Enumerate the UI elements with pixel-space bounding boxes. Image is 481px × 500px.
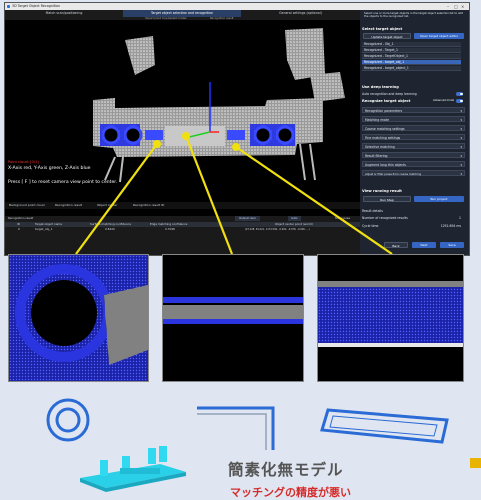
recognized-item[interactable]: Recognized - Target_1 xyxy=(362,48,461,53)
dropdown-result-filtering[interactable]: Result filtering ▾ xyxy=(362,152,465,158)
zoom-thumbnail-hole xyxy=(8,254,149,382)
table-row[interactable]: 0 target_obj_1 0.8420 0.7098 (97.228, 81… xyxy=(5,227,360,232)
dropdown-augment-thin[interactable]: Augment long thin objects ▾ xyxy=(362,161,465,167)
chevron-down-icon: ▾ xyxy=(460,136,462,140)
run-step-button[interactable]: Run Step xyxy=(363,196,411,202)
cycle-time-value: 1292.894 ms xyxy=(440,224,461,228)
cell-edge: 0.7098 xyxy=(165,227,175,231)
recognition-result-table: Recognition result Output rank Auto Show… xyxy=(5,216,360,255)
window-title: 3D Target Object Recognition xyxy=(12,4,61,8)
title-bar: 3D Target Object Recognition – □ × xyxy=(5,3,469,10)
next-button[interactable]: Next xyxy=(412,242,436,248)
view-result-header: View running result xyxy=(362,189,402,193)
camera-hint: Press [ F ] to reset camera view point t… xyxy=(8,180,118,185)
minimize-icon[interactable]: – xyxy=(447,3,449,10)
recognize-header: Recognize target object Advanced mode xyxy=(362,98,465,104)
recognized-item[interactable]: Recognized - Obj_1 xyxy=(362,42,461,47)
app-logo-icon xyxy=(7,5,10,8)
caption-title: 簡素化無モデル xyxy=(228,461,344,479)
recognized-item[interactable]: Recognized - target_object_1 xyxy=(362,66,461,71)
dropdown-label: Fine matching settings xyxy=(365,136,401,140)
open-editor-button[interactable]: Open target object editor xyxy=(414,33,464,39)
chevron-down-icon: ▾ xyxy=(460,172,462,176)
maximize-icon[interactable]: □ xyxy=(454,3,458,10)
ring-outer-shape xyxy=(46,398,90,442)
point-cloud-viewport[interactable]: Point cloud: [0/1] X-Axis red, Y-Axis gr… xyxy=(5,20,360,202)
table-title: Recognition result xyxy=(8,216,34,220)
recognized-count-value: 1 xyxy=(459,216,461,220)
back-button[interactable]: Back xyxy=(384,242,408,248)
recognized-item[interactable]: Recognized - TargetObject_1 xyxy=(362,54,461,59)
step-bar: Match scan/positioning Target object sel… xyxy=(5,10,360,20)
dropdown-adjust-poses[interactable]: Adjust or filter poses from coarse match… xyxy=(362,170,465,176)
recognize-header-label: Recognize target object xyxy=(362,99,411,103)
settings-panel: Select one or more target objects in the… xyxy=(360,10,469,255)
toggle-result-id[interactable]: Recognition result ID xyxy=(133,203,164,207)
app-window: 3D Target Object Recognition – □ × Match… xyxy=(4,2,470,256)
toggle-recognition-result[interactable]: Recognition result xyxy=(55,203,82,207)
toggle-background-cloud[interactable]: Background point cloud xyxy=(9,203,45,207)
save-button[interactable]: Save xyxy=(440,242,464,248)
deep-learning-label: Auto recognition and deep learning xyxy=(362,92,417,96)
caption-subtitle: マッチングの精度が悪い xyxy=(230,486,351,499)
cell-name: target_obj_1 xyxy=(35,227,53,231)
chevron-down-icon: ▾ xyxy=(460,127,462,131)
edge-shadow-shape xyxy=(197,413,267,450)
dropdown-fine-matching[interactable]: Fine matching settings ▾ xyxy=(362,134,465,140)
orange-marker xyxy=(470,458,481,468)
rank-dropdown[interactable]: Output rank xyxy=(235,216,260,221)
result-details-label: Result details xyxy=(362,209,383,213)
chevron-down-icon: ▾ xyxy=(460,109,462,113)
advanced-mode-toggle[interactable] xyxy=(456,99,463,103)
cell-center: (97.228, 81.021, 1174.590, -0.092, -0.07… xyxy=(245,228,310,231)
panel-notice: Select one or more target objects in the… xyxy=(364,11,464,19)
cell-surface: 0.8420 xyxy=(105,227,115,231)
plate-shape xyxy=(320,408,449,444)
axis-legend: X-Axis red, Y-Axis green, Z-Axis blue xyxy=(8,166,91,171)
step-target-selection[interactable]: Target object selection and recognition xyxy=(123,10,241,17)
dropdown-coarse-matching[interactable]: Coarse matching settings ▾ xyxy=(362,125,465,131)
show-pose-toggle[interactable]: Show pose xyxy=(335,216,350,221)
run-project-button[interactable]: Run project xyxy=(414,196,464,202)
chevron-down-icon: ▾ xyxy=(460,163,462,167)
dropdown-label: Result filtering xyxy=(365,154,388,158)
cell-id: 0 xyxy=(18,227,20,231)
step-match-scan[interactable]: Match scan/positioning xyxy=(5,10,123,17)
sort-auto-dropdown[interactable]: Auto xyxy=(288,216,301,221)
cycle-time-row: Cycle time 1292.894 ms xyxy=(362,223,465,229)
zoom-thumbnail-surface xyxy=(317,254,464,382)
dropdown-recognition-parameters[interactable]: Recognition parameters ▾ xyxy=(362,107,465,113)
recognized-count-row: Number of recognized results 1 xyxy=(362,215,465,221)
deep-learning-toggle[interactable] xyxy=(456,92,463,96)
dropdown-label: Augment long thin objects xyxy=(365,163,406,167)
deep-learning-option[interactable]: Auto recognition and deep learning xyxy=(362,91,465,97)
cycle-time-label: Cycle time xyxy=(362,224,379,228)
deep-learning-header: Use deep learning xyxy=(362,85,399,89)
dropdown-label: Recognition parameters xyxy=(365,109,403,113)
advanced-mode-label: Advanced mode xyxy=(433,99,454,102)
dropdown-matching-mode[interactable]: Matching mode ▾ xyxy=(362,116,465,122)
chevron-down-icon: ▾ xyxy=(460,118,462,122)
dropdown-label: Selective matching xyxy=(365,145,395,149)
ring-inner-shape xyxy=(55,407,81,433)
chevron-down-icon: ▾ xyxy=(460,154,462,158)
toggle-object-center[interactable]: Object center xyxy=(97,203,117,207)
close-icon[interactable]: × xyxy=(461,3,464,10)
dropdown-selective-matching[interactable]: Selective matching ▾ xyxy=(362,143,465,149)
cyan-fixture-shape xyxy=(80,446,186,492)
viewport-toolbar: Background point cloud Recognition resul… xyxy=(5,202,360,209)
point-cloud-render xyxy=(93,28,345,183)
dropdown-label: Matching mode xyxy=(365,118,389,122)
chevron-down-icon: ▾ xyxy=(460,145,462,149)
point-cloud-status: Point cloud: [0/1] xyxy=(8,160,39,164)
simplified-shapes xyxy=(46,398,481,492)
dropdown-label: Adjust or filter poses from coarse match… xyxy=(365,173,422,176)
recognized-item-selected[interactable]: Recognized - target_obj_1 xyxy=(362,60,461,65)
update-target-button[interactable]: Update target object xyxy=(363,33,411,39)
recognized-count-label: Number of recognized results xyxy=(362,216,408,220)
dropdown-label: Coarse matching settings xyxy=(365,127,405,131)
zoom-thumbnail-edge xyxy=(162,254,304,382)
select-target-header: Select target object xyxy=(362,27,403,31)
step-general-settings[interactable]: General settings (optional) xyxy=(241,10,360,17)
